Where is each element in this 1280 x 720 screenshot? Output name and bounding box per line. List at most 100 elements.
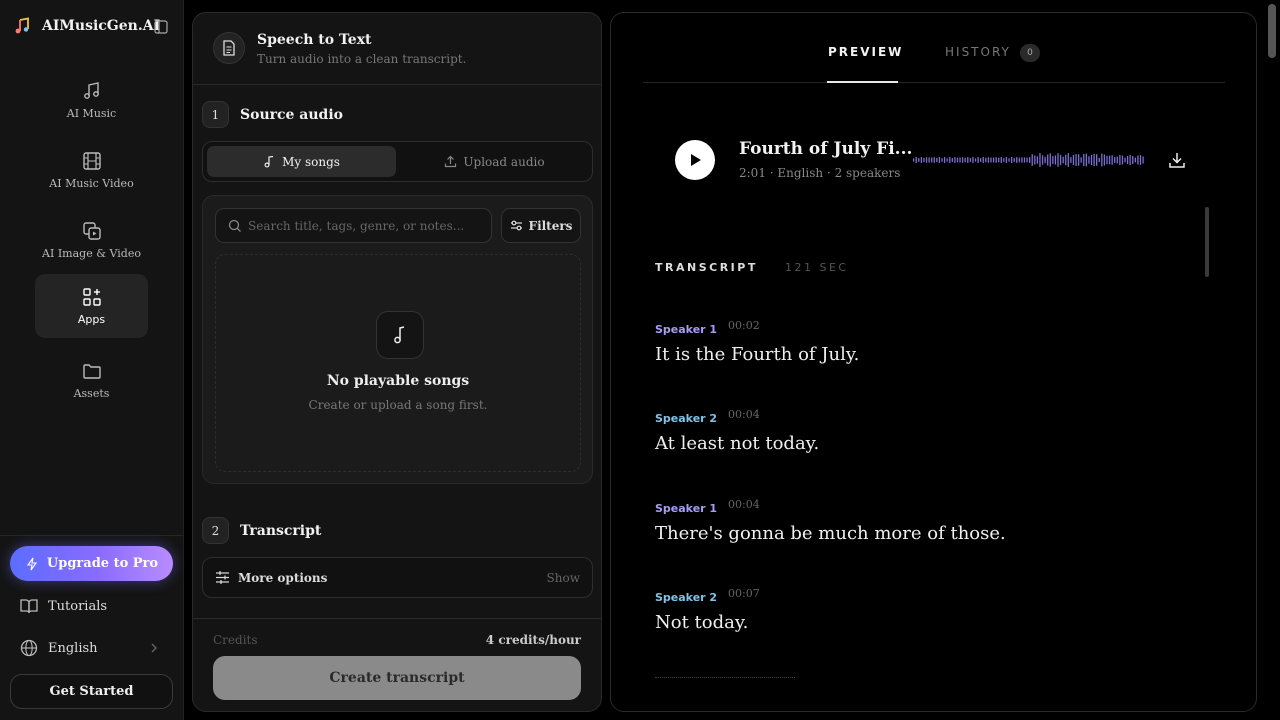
waveform-bar [1106,155,1108,165]
waveform-bar [972,157,974,163]
upgrade-to-pro-button[interactable]: Upgrade to Pro [10,546,173,581]
speaker-label: Speaker 2 [655,412,718,425]
sidebar-collapse-icon[interactable] [154,19,168,34]
credits-value: 4 credits/hour [485,633,581,647]
nav-item-ai-music[interactable]: AI Music [35,68,148,132]
step-number: 1 [202,101,229,128]
waveform-bar [1111,155,1113,165]
waveform-bar [1103,154,1106,166]
waveform-bar [1057,153,1059,167]
transcript-scrollbar[interactable] [1205,207,1209,277]
app-root: AIMusicGen.AI AI Music AI Music Video AI… [0,0,1280,720]
waveform-bar [1067,153,1069,167]
tab-my-songs[interactable]: My songs [207,146,396,177]
transcript-duration: 121 SEC [785,261,849,274]
tab-label: Upload audio [463,154,545,169]
speech-to-text-panel: Speech to Text Turn audio into a clean t… [192,12,602,712]
nav-item-apps[interactable]: Apps [35,274,148,338]
waveform-bar [1085,153,1088,167]
nav-label: Assets [73,386,110,400]
waveform-bar [987,157,990,163]
waveform-bar [933,157,935,163]
waveform-bar [931,157,933,163]
waveform-bar [1116,156,1118,164]
speaker-label: Speaker 1 [655,323,718,336]
language-selector[interactable]: English [20,637,165,659]
play-button[interactable] [675,140,715,180]
waveform-bar [974,158,977,162]
get-started-button[interactable]: Get Started [10,674,173,709]
waveform-bar [946,158,948,162]
page-scrollbar[interactable] [1268,4,1276,58]
waveform-bar [1096,154,1098,166]
waveform-bar [1093,153,1095,167]
waveform-bar [925,157,928,163]
panel-footer: Credits 4 credits/hour Create transcript [193,618,601,711]
search-input[interactable] [248,218,478,233]
waveform-bar [1070,157,1072,163]
tab-upload-audio[interactable]: Upload audio [400,146,589,177]
search-box[interactable] [215,208,492,243]
waveform-bar [969,158,972,162]
nav-item-assets[interactable]: Assets [35,348,148,412]
waveform-bar [995,157,997,163]
brand[interactable]: AIMusicGen.AI [12,14,172,38]
waveform-bar [1124,157,1126,163]
waveform-bar [928,157,930,163]
transcript-segment: Speaker 1 00:04 There's gonna be much mo… [655,497,1195,544]
waveform-bar [1088,156,1090,164]
waveform-bar [1121,155,1124,165]
speaker-label: Speaker 1 [655,502,718,515]
step-source-audio: 1 Source audio [202,101,343,128]
waveform-bar [998,157,1000,163]
waveform-bar [1083,153,1085,167]
tutorials-link[interactable]: Tutorials [20,595,165,617]
more-options-toggle[interactable]: More options Show [202,557,593,598]
waveform-bar [951,157,953,163]
waveform-bar [980,158,982,162]
create-transcript-button[interactable]: Create transcript [213,656,581,700]
preview-panel: PREVIEW HISTORY 0 Fourth of July Fi... 2… [610,12,1257,712]
transcript-segment: Speaker 2 00:07 Not today. [655,586,1195,633]
nav-label: AI Music Video [49,176,134,190]
segment-timestamp[interactable]: 00:07 [728,587,760,600]
segment-timestamp[interactable]: 00:02 [728,319,760,332]
tab-label: My songs [282,154,340,169]
nav-label: AI Music [66,106,117,120]
panel-title: Speech to Text [257,32,372,48]
waveform-bar [913,158,915,162]
segment-text: Not today. [655,612,749,633]
speaker-label: Speaker 2 [655,591,718,604]
segment-timestamp[interactable]: 00:04 [728,408,760,421]
waveform-bar [941,158,943,162]
segment-text: It is the Fourth of July. [655,344,860,365]
waveform-bar [967,157,969,163]
track-meta: 2:01 · English · 2 speakers [739,166,901,180]
waveform-bar [1023,157,1026,163]
clipped-next-segment [655,677,795,681]
waveform-bar [959,157,961,163]
waveform-bar [985,157,987,163]
chevron-right-icon [151,643,157,653]
waveform-bar [954,157,956,163]
waveform-bar [1016,157,1018,163]
filters-button[interactable]: Filters [501,208,581,243]
waveform-bar [936,157,938,163]
waveform-bar [1021,157,1023,163]
nav-item-ai-image-video[interactable]: AI Image & Video [35,208,148,272]
tab-history[interactable]: HISTORY [945,45,1011,59]
waveform-bar [1031,154,1033,166]
waveform-bar [938,157,941,163]
folder-icon [82,363,101,379]
waveform-bar [1052,156,1054,164]
audio-waveform[interactable] [913,151,1145,169]
waveform-bar [977,157,979,163]
nav-item-ai-music-video[interactable]: AI Music Video [35,138,148,202]
waveform-bar [1142,156,1144,164]
show-toggle[interactable]: Show [547,571,580,585]
segment-timestamp[interactable]: 00:04 [728,498,760,511]
waveform-bar [1047,154,1049,166]
download-icon[interactable] [1168,151,1186,169]
brand-name: AIMusicGen.AI [42,18,161,34]
tab-preview[interactable]: PREVIEW [828,45,903,59]
